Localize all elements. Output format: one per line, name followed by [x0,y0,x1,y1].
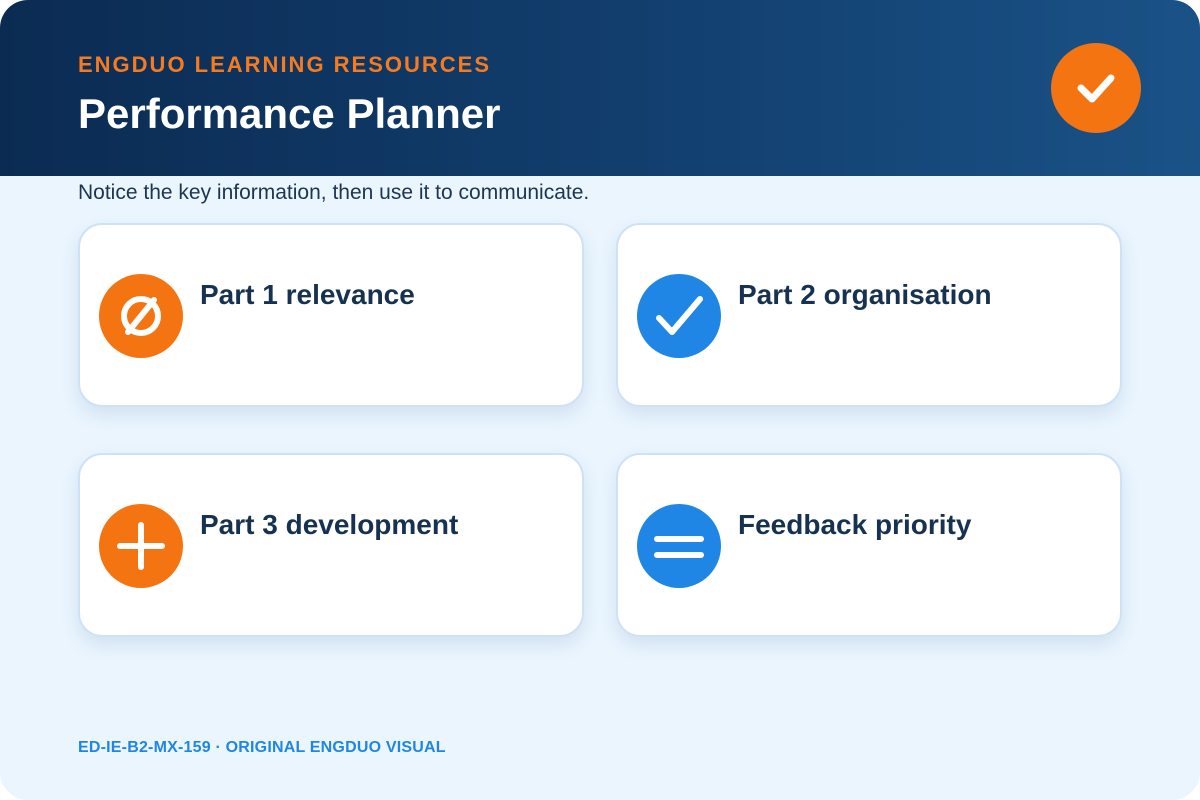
card-label: Feedback priority [738,509,972,540]
card-part-1-relevance: Part 1 relevance [78,223,584,407]
card-label: Part 3 development [200,509,459,540]
header-eyebrow: ENGDUO LEARNING RESOURCES [78,52,492,77]
card-feedback-priority: Feedback priority [616,453,1122,637]
instruction-text: Notice the key information, then use it … [78,181,590,204]
page-title: Performance Planner [78,90,501,137]
check-icon [1077,74,1115,103]
card-part-2-organisation: Part 2 organisation [616,223,1122,407]
plus-icon [99,504,183,588]
card-label: Part 1 relevance [200,279,415,310]
header-banner: ENGDUO LEARNING RESOURCES Performance Pl… [0,0,1200,176]
card-label: Part 2 organisation [738,279,992,310]
card-part-3-development: Part 3 development [78,453,584,637]
footer-reference: ED-IE-B2-MX-159 · ORIGINAL ENGDUO VISUAL [78,739,446,756]
empty-set-icon [99,274,183,358]
performance-planner-page: ENGDUO LEARNING RESOURCES Performance Pl… [0,0,1200,800]
check-icon [637,274,721,358]
check-badge [1051,43,1141,133]
equals-icon [637,504,721,588]
